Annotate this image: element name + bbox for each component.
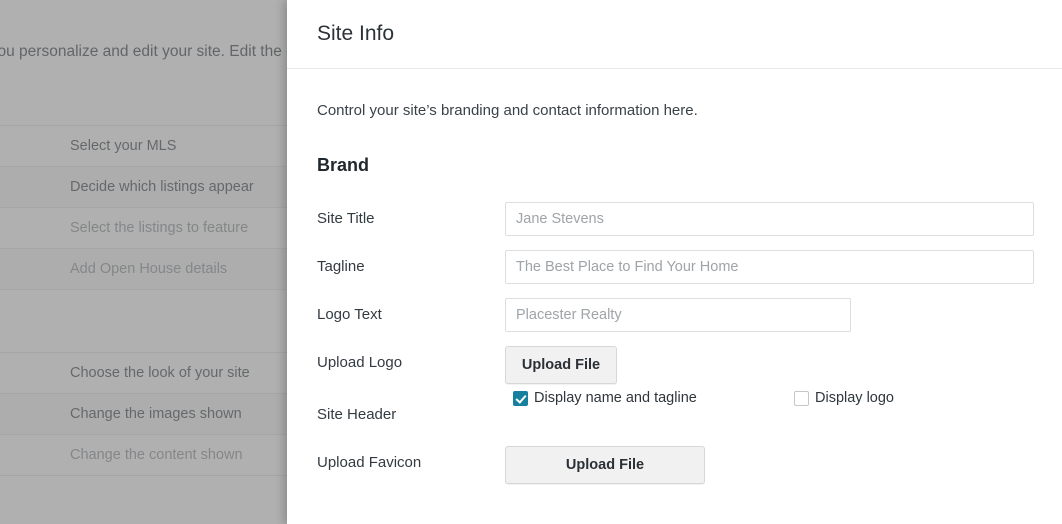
display-name-and-tagline-checkbox[interactable]: Display name and tagline (513, 390, 697, 406)
table-row[interactable]: MLS Integration Select your MLS (0, 125, 287, 167)
checkbox-checked-icon[interactable] (513, 390, 528, 406)
upload-logo-field-wrap: Upload File (505, 346, 1032, 384)
background-settings-page: Settings are how you personalize and edi… (0, 0, 287, 524)
form-row-site-title: Site Title (317, 202, 1034, 236)
table-row[interactable]: Featured Listings Select the listings to… (0, 207, 287, 249)
site-header-label: Site Header (317, 406, 397, 423)
background-row-description: Add Open House details (70, 261, 228, 277)
background-settings-table-mls: MLS Integration Select your MLS Search F… (0, 125, 287, 290)
app-root: Settings are how you personalize and edi… (0, 0, 1062, 524)
logo-text-input[interactable] (505, 298, 851, 332)
logo-text-label: Logo Text (317, 306, 382, 323)
panel-header: Site Info (287, 0, 1062, 69)
background-row-description: Choose the look of your site (70, 365, 250, 381)
upload-favicon-label: Upload Favicon (317, 454, 422, 471)
background-section-heading-mls: MLS (0, 63, 287, 125)
background-row-description: Select your MLS (70, 138, 177, 154)
table-row[interactable]: Theme Selection Choose the look of your … (0, 352, 287, 394)
background-row-description: Change the content shown (70, 447, 243, 463)
form-row-upload-favicon: Upload Favicon Upload File (317, 446, 1032, 484)
background-settings-table-design: Theme Selection Choose the look of your … (0, 352, 287, 476)
tagline-field-wrap (505, 250, 1034, 284)
brand-form: Site Title Tagline Logo Text (317, 176, 1034, 484)
page-title: Site Info (317, 22, 395, 45)
form-row-site-header: Site Header Display name and tagline Dis… (317, 390, 1032, 432)
background-intro-text: Settings are how you personalize and edi… (0, 43, 287, 60)
tagline-label: Tagline (317, 258, 365, 275)
logo-text-field-wrap: Display Logo Text (505, 298, 1032, 332)
form-row-logo-text: Logo Text Display Logo Text (317, 298, 1032, 332)
table-row[interactable]: Featured Content Change the content show… (0, 434, 287, 476)
site-title-field-wrap (505, 202, 1034, 236)
form-row-tagline: Tagline (317, 250, 1034, 284)
display-logo-label: Display logo (815, 390, 894, 406)
background-row-description: Change the images shown (70, 406, 242, 422)
background-section-heading-design: DESIGN (0, 290, 287, 352)
upload-logo-label: Upload Logo (317, 354, 403, 371)
table-row[interactable]: Search Filters Decide which listings app… (0, 166, 287, 208)
background-content: Settings are how you personalize and edi… (0, 0, 287, 476)
background-row-description: Decide which listings appear (70, 179, 254, 195)
site-info-panel: Site Info Control your site’s branding a… (287, 0, 1062, 524)
background-row-description: Select the listings to feature (70, 220, 249, 236)
site-title-input[interactable] (505, 202, 1034, 236)
form-row-upload-logo: Upload Logo Upload File (317, 346, 1032, 384)
upload-logo-button[interactable]: Upload File (505, 346, 617, 384)
panel-body: Control your site’s branding and contact… (287, 69, 1062, 484)
display-logo-checkbox[interactable]: Display logo (794, 390, 894, 406)
upload-favicon-field-wrap: Upload File (505, 446, 1032, 484)
checkbox-unchecked-icon[interactable] (794, 390, 809, 406)
upload-favicon-button[interactable]: Upload File (505, 446, 705, 484)
panel-description: Control your site’s branding and contact… (317, 102, 698, 119)
table-row[interactable]: Open House Info Add Open House details (0, 248, 287, 290)
table-row[interactable]: Slideshow Change the images shown (0, 393, 287, 435)
tagline-input[interactable] (505, 250, 1034, 284)
brand-section-heading: Brand (317, 155, 370, 175)
site-title-label: Site Title (317, 210, 375, 227)
display-name-and-tagline-label: Display name and tagline (534, 390, 697, 406)
